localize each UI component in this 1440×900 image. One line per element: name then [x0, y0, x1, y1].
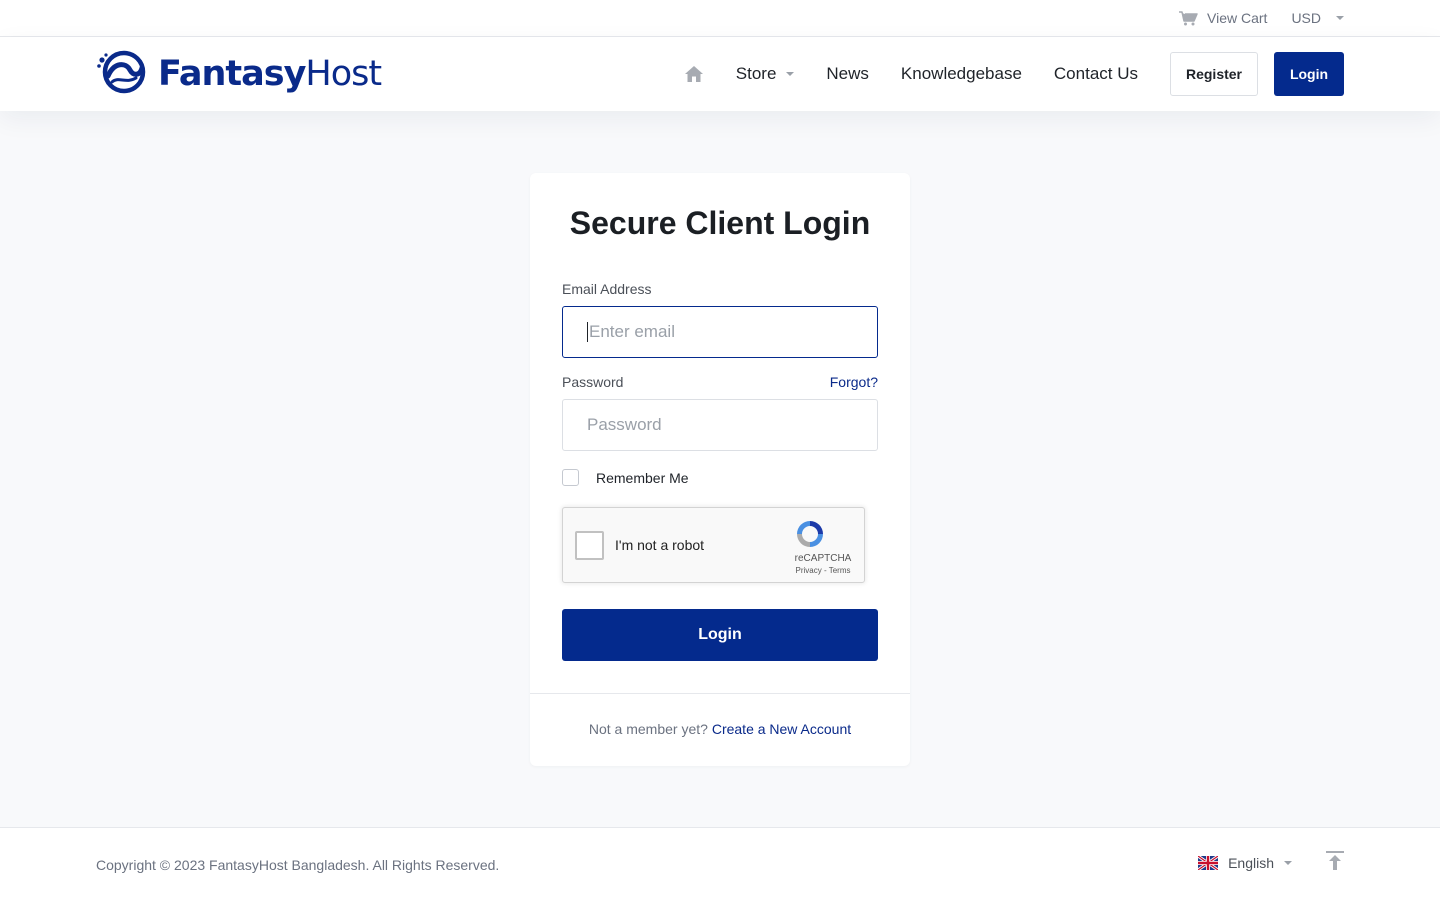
signup-prompt-text: Not a member yet?: [588, 721, 708, 737]
site-logo[interactable]: FantasyHost: [96, 50, 382, 99]
top-bar-links: View Cart USD: [1178, 0, 1344, 36]
header-actions: Register Login: [1170, 52, 1344, 96]
language-selector[interactable]: English: [1198, 855, 1292, 871]
page-footer: Copyright © 2023 FantasyHost Bangladesh.…: [0, 827, 1440, 900]
login-submit-button[interactable]: Login: [562, 609, 878, 661]
chevron-down-icon: [1336, 16, 1344, 20]
chevron-down-icon: [1284, 861, 1292, 865]
view-cart-link[interactable]: View Cart: [1178, 10, 1267, 26]
home-icon[interactable]: [684, 65, 704, 83]
arrow-up-to-line-icon[interactable]: [1326, 851, 1344, 876]
remember-me-label: Remember Me: [596, 469, 689, 486]
nav-news[interactable]: News: [826, 64, 869, 84]
primary-nav: Store News Knowledgebase Contact Us: [684, 37, 1138, 111]
remember-me-checkbox[interactable]: [562, 469, 579, 486]
header-login-button[interactable]: Login: [1274, 52, 1344, 96]
language-label: English: [1228, 855, 1274, 871]
password-field[interactable]: Password: [562, 399, 878, 451]
password-label: Password: [562, 374, 624, 390]
nav-store[interactable]: Store: [736, 64, 795, 84]
email-placeholder: Enter email: [589, 322, 675, 341]
email-label: Email Address: [562, 281, 652, 297]
logo-bold-text: Fantasy: [158, 54, 306, 94]
currency-label: USD: [1291, 10, 1321, 26]
logo-wordmark: FantasyHost: [158, 54, 382, 94]
view-cart-label: View Cart: [1207, 10, 1268, 26]
chevron-down-icon: [786, 72, 795, 76]
recaptcha-widget: I'm not a robot reCAPTCHA Privacy - Term…: [562, 507, 865, 583]
globe-wave-logo-icon: [96, 50, 152, 99]
recaptcha-checkbox[interactable]: [575, 531, 604, 560]
login-title: Secure Client Login: [569, 205, 871, 241]
text-cursor: [587, 322, 588, 342]
top-bar: View Cart USD: [0, 0, 1440, 37]
nav-knowledgebase[interactable]: Knowledgebase: [901, 64, 1022, 84]
recaptcha-logo-icon: [794, 518, 826, 555]
card-divider: [530, 693, 910, 694]
signup-prompt: Not a member yet? Create a New Account: [530, 721, 910, 737]
recaptcha-terms-link[interactable]: Privacy - Terms: [783, 566, 863, 575]
login-card: Secure Client Login Email Address Enter …: [530, 173, 910, 766]
email-field[interactable]: Enter email: [562, 306, 878, 358]
password-placeholder: Password: [587, 415, 662, 434]
register-button[interactable]: Register: [1170, 52, 1258, 96]
currency-selector[interactable]: USD: [1291, 10, 1344, 26]
recaptcha-label: I'm not a robot: [615, 537, 705, 553]
copyright-text: Copyright © 2023 FantasyHost Bangladesh.…: [96, 857, 500, 873]
recaptcha-brand: reCAPTCHA: [794, 553, 852, 564]
create-account-link[interactable]: Create a New Account: [712, 721, 851, 737]
nav-contact-us[interactable]: Contact Us: [1054, 64, 1138, 84]
remember-me[interactable]: Remember Me: [562, 469, 689, 486]
nav-store-label: Store: [735, 64, 777, 83]
uk-flag-icon: [1198, 856, 1219, 870]
logo-light-text: Host: [305, 54, 382, 94]
main-header: FantasyHost Store News Knowledgebase Con…: [0, 37, 1440, 111]
cart-icon: [1178, 10, 1198, 26]
forgot-password-link[interactable]: Forgot?: [830, 374, 878, 390]
